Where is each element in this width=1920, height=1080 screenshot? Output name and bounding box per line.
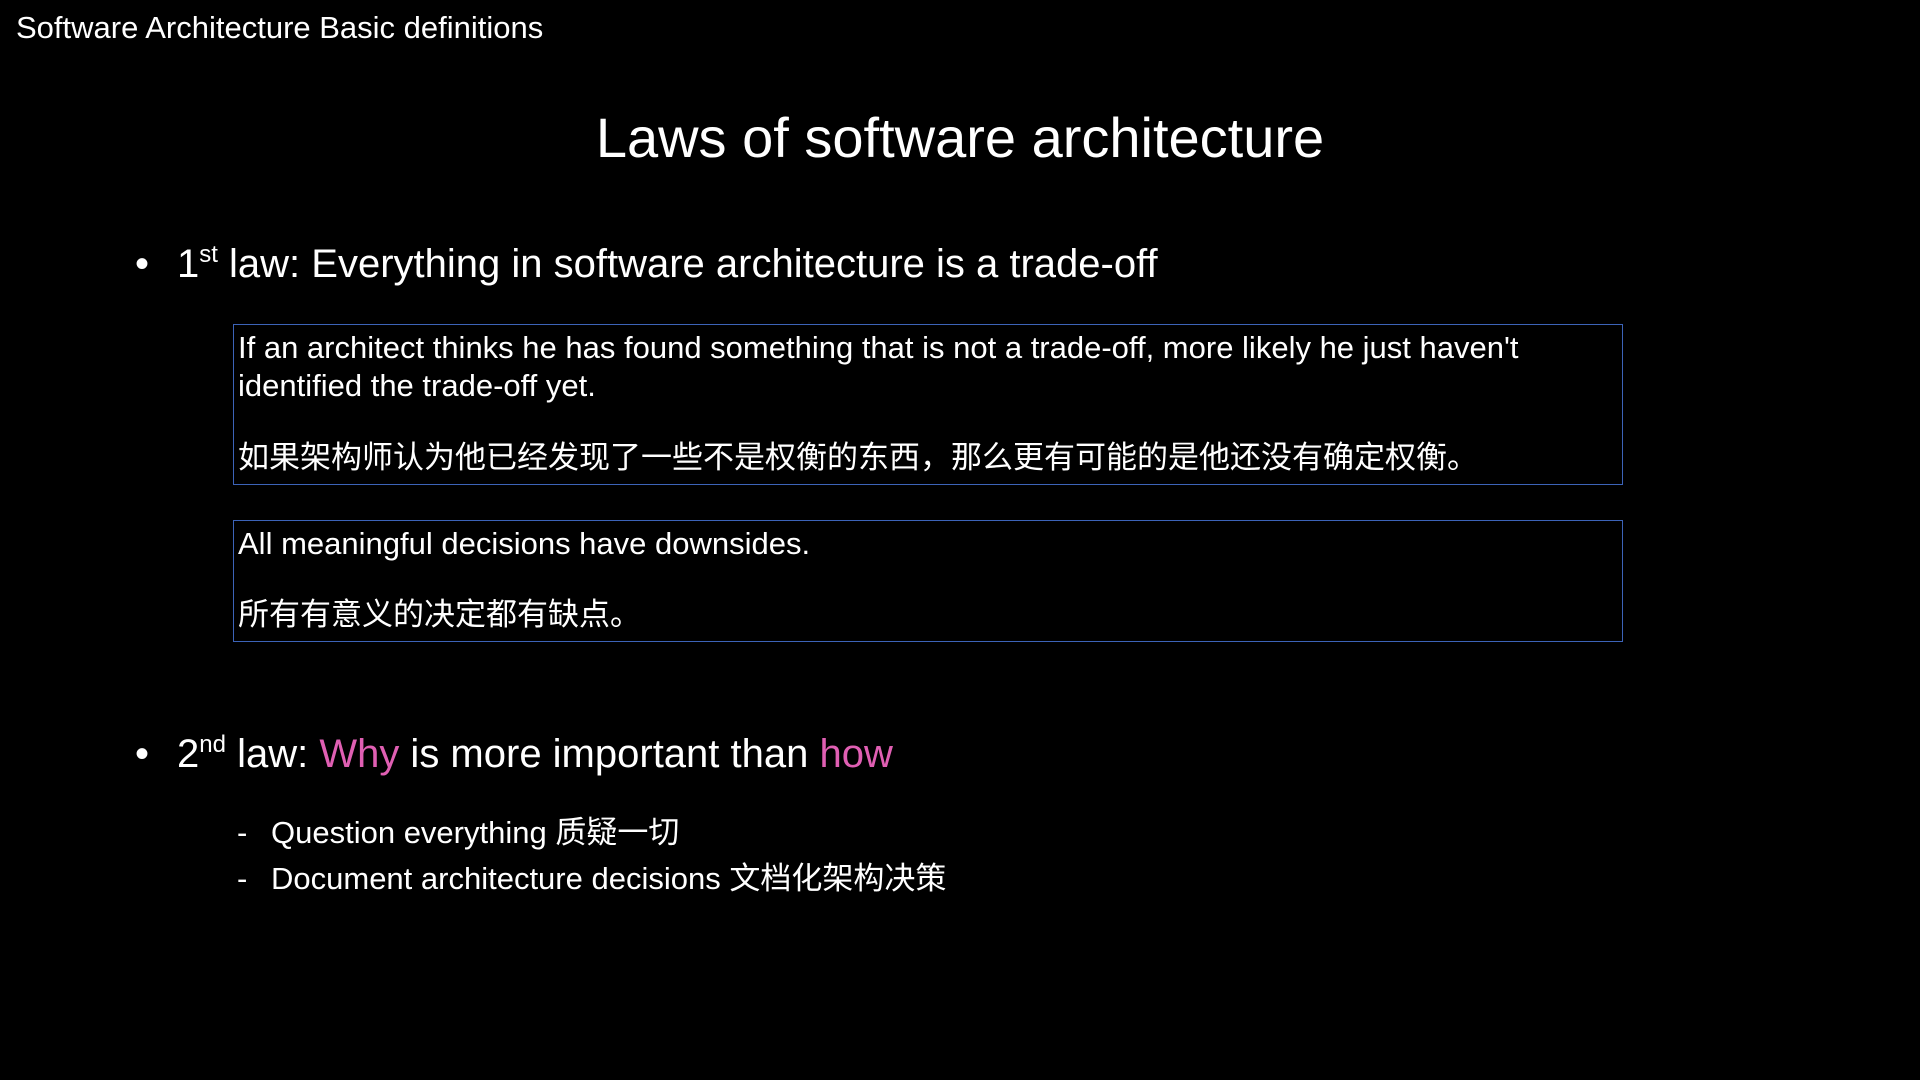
law-2-ordinal: nd [199, 731, 226, 758]
law-2-middle: is more important than [399, 732, 820, 776]
law-1-number: 1 [177, 242, 200, 286]
quote-english-line-2: identified the trade-off yet. [238, 368, 596, 403]
slide-title: Laws of software architecture [595, 106, 1325, 169]
quote-english: All meaningful decisions have downsides. [238, 526, 811, 561]
list-item: - Document architecture decisions 文档化架构决策 [237, 856, 946, 902]
law-2-sub-list: - Question everything 质疑一切 - Document arch… [237, 810, 946, 902]
dash-bullet: - [237, 815, 248, 850]
quote-english: If an architect thinks he has found some… [238, 329, 1618, 405]
quote-box-downsides: All meaningful decisions have downsides.… [233, 520, 1623, 642]
law-2-number: 2 [177, 732, 200, 776]
dash-bullet: - [237, 861, 248, 896]
quote-chinese: 如果架构师认为他已经发现了一些不是权衡的东西，那么更有可能的是他还没有确定权衡。 [238, 440, 1478, 475]
slide-header-text: Software Architecture Basic definitions [16, 10, 544, 45]
law-1: • 1st law: Everything in software archite… [135, 238, 1158, 290]
law-2-prefix: law: [225, 732, 320, 776]
quote-english-line-1: If an architect thinks he has found some… [238, 330, 1519, 365]
law-2-how: how [819, 732, 893, 776]
bullet-icon: • [135, 732, 150, 776]
law-1-ordinal: st [199, 241, 218, 268]
list-item-text: Document architecture decisions 文档化架构决策 [271, 861, 947, 896]
quote-box-tradeoff: If an architect thinks he has found some… [233, 324, 1623, 485]
slide-header: Software Architecture Basic definitions [16, 8, 543, 48]
law-2: • 2nd law: Why is more important than how [135, 728, 893, 780]
law-1-text: law: Everything in software architecture… [217, 242, 1158, 286]
list-item-text: Question everything 质疑一切 [271, 815, 680, 850]
quote-chinese: 所有有意义的决定都有缺点。 [238, 597, 641, 632]
law-2-why: Why [319, 732, 400, 776]
list-item: - Question everything 质疑一切 [237, 810, 946, 856]
bullet-icon: • [135, 242, 150, 286]
